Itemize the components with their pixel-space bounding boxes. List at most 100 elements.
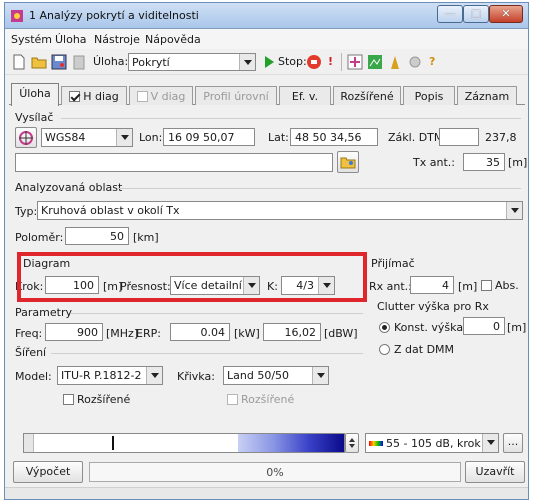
new-file-icon[interactable]	[11, 54, 27, 70]
dmm-radio-row[interactable]: Z dat DMM	[379, 343, 454, 356]
open-folder-icon[interactable]	[31, 54, 47, 70]
zakl-dtm-value: 237,8	[485, 131, 517, 144]
abs-checkbox-row[interactable]: Abs.	[481, 279, 519, 292]
zakl-dtm-input[interactable]	[439, 128, 479, 146]
curve-extended-row[interactable]: Rozšířené	[227, 393, 294, 406]
model-extended-row[interactable]: Rozšířené	[63, 393, 130, 406]
erp-dbw-unit: [dBW]	[324, 327, 358, 340]
progress-text: 0%	[266, 466, 284, 479]
chevron-down-icon	[146, 367, 162, 384]
model-select[interactable]: ITU-R P.1812-2	[57, 366, 163, 385]
menu-tools[interactable]: Nástroje	[94, 33, 140, 46]
legend-more-button[interactable]: ...	[503, 433, 523, 453]
status-bar	[5, 487, 528, 499]
scale-marker	[112, 436, 114, 450]
abs-checkbox[interactable]	[481, 280, 492, 291]
radius-unit: [km]	[133, 231, 159, 244]
const-height-radio-row[interactable]: Konst. výška:	[379, 321, 467, 334]
tab-extended[interactable]: Rozšířené	[333, 86, 401, 105]
group-divider	[61, 118, 521, 119]
tab-v-diag[interactable]: V diag	[129, 86, 193, 105]
tab-h-diag[interactable]: H diag	[61, 86, 127, 105]
crs-select[interactable]: WGS84	[41, 128, 133, 147]
radius-input[interactable]: 50	[65, 227, 129, 245]
color-scale-bar[interactable]	[23, 433, 345, 453]
help-icon[interactable]: ?	[429, 55, 435, 68]
transmitter-browse-button[interactable]	[337, 151, 359, 173]
task-label: Úloha:	[93, 55, 129, 68]
maximize-button[interactable]: □	[463, 5, 489, 23]
legend-swatch-icon	[369, 441, 383, 446]
lon-label: Lon:	[139, 131, 163, 144]
v-diag-checkbox[interactable]	[136, 91, 148, 102]
chevron-down-icon	[312, 367, 328, 384]
tx-ant-unit: [m]	[508, 156, 528, 169]
lon-input[interactable]: 16 09 50,07	[163, 128, 255, 146]
chevron-down-icon	[239, 54, 255, 70]
const-height-input[interactable]: 0	[463, 317, 505, 335]
minimize-button[interactable]: —	[437, 5, 463, 23]
menu-help[interactable]: Nápověda	[145, 33, 201, 46]
legend-select[interactable]: 55 - 105 dB, krok 5	[365, 433, 499, 453]
tab-description[interactable]: Popis	[403, 86, 455, 105]
group-divider	[117, 188, 521, 189]
tab-level-profile[interactable]: Profil úrovní	[195, 86, 277, 105]
freq-unit: [MHz]	[106, 327, 139, 340]
title-bar[interactable]: 1 Analýzy pokrytí a viditelnosti — □ ✕	[5, 3, 528, 29]
group-divider	[71, 313, 363, 314]
group-divider	[51, 353, 363, 354]
menu-task[interactable]: Úloha	[55, 33, 87, 46]
antenna-icon[interactable]	[347, 54, 363, 70]
erp-kw-input[interactable]: 0.04	[170, 323, 230, 341]
erp-kw-unit: [kW]	[234, 327, 260, 340]
close-button[interactable]: ✕	[489, 5, 523, 23]
menu-system[interactable]: Systém	[11, 33, 52, 46]
propagation-group-title: Šíření	[15, 346, 47, 359]
tx-ant-label: Tx ant.:	[413, 156, 455, 169]
close-dialog-button[interactable]: Uzavřít	[465, 461, 525, 483]
progress-bar: 0%	[89, 462, 461, 482]
model-label: Model:	[15, 370, 52, 383]
tx-ant-input[interactable]: 35	[463, 153, 505, 171]
play-icon[interactable]	[261, 54, 277, 70]
map-icon[interactable]	[367, 54, 383, 70]
close-icon: ✕	[501, 7, 511, 20]
diagram-highlight-box	[17, 252, 367, 302]
area-type-select[interactable]: Kruhová oblast v okolí Tx	[37, 201, 523, 220]
const-height-radio[interactable]	[379, 322, 390, 333]
freq-input[interactable]: 900	[45, 323, 103, 341]
rx-ant-input[interactable]: 4	[410, 276, 454, 294]
transmitter-name-input[interactable]	[15, 153, 333, 172]
area-type-label: Typ:	[15, 205, 38, 218]
settings-icon[interactable]	[407, 54, 423, 70]
dmm-radio[interactable]	[379, 344, 390, 355]
spinner-arrows-icon	[349, 438, 355, 448]
radius-label: Poloměr:	[15, 231, 64, 244]
scale-gradient	[238, 434, 344, 452]
clipboard-icon[interactable]	[71, 54, 87, 70]
save-icon[interactable]	[51, 54, 67, 70]
rx-ant-unit: [m]	[458, 280, 478, 293]
scale-spinner[interactable]	[345, 433, 359, 453]
app-icon	[11, 10, 23, 22]
curve-extended-checkbox[interactable]	[227, 394, 238, 405]
rx-ant-label: Rx ant.:	[369, 280, 412, 293]
clutter-group-title: Clutter výška pro Rx	[377, 300, 489, 313]
compute-button[interactable]: Výpočet	[13, 461, 83, 483]
erp-dbw-input[interactable]: 16,02	[263, 323, 321, 341]
tab-task[interactable]: Úloha	[11, 83, 59, 106]
tab-ef-v[interactable]: Ef. v.	[279, 86, 331, 105]
chevron-down-icon	[116, 129, 132, 146]
target-icon	[19, 131, 33, 145]
curve-select[interactable]: Land 50/50	[223, 366, 329, 385]
toolbar-separator	[341, 53, 342, 71]
lat-input[interactable]: 48 50 34,56	[290, 128, 378, 146]
tab-record[interactable]: Záznam	[457, 86, 517, 105]
folder-search-icon	[340, 157, 356, 169]
model-extended-checkbox[interactable]	[63, 394, 74, 405]
transmitter-pick-button[interactable]	[15, 127, 37, 148]
h-diag-checkbox[interactable]	[69, 91, 81, 102]
stop-icon[interactable]	[306, 54, 322, 70]
task-select[interactable]: Pokrytí	[128, 53, 256, 71]
tower-icon[interactable]	[387, 54, 403, 70]
